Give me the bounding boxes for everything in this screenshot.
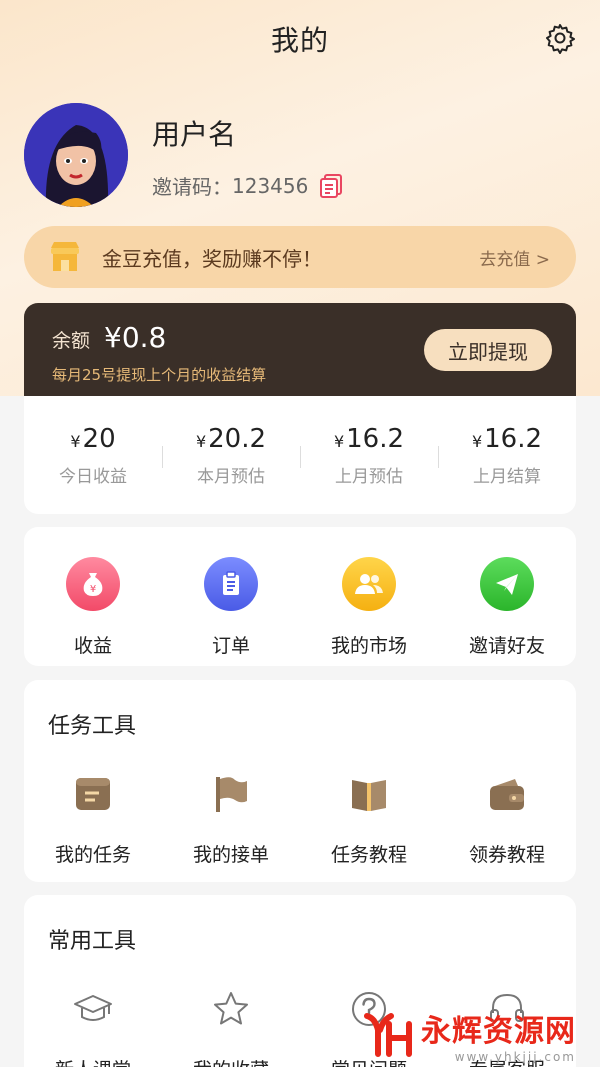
- money-bag-icon: ¥: [66, 557, 120, 611]
- svg-text:¥: ¥: [90, 584, 96, 595]
- recharge-text: 金豆充值，奖励赚不停！: [102, 246, 322, 271]
- invite-code-row: 邀请码： 123456: [152, 171, 344, 200]
- username: 用户名: [152, 118, 237, 151]
- tool-my-orders[interactable]: 我的接单: [162, 774, 300, 867]
- section-title: 任务工具: [48, 714, 137, 739]
- quick-my-market[interactable]: 我的市场: [300, 557, 438, 666]
- stat-currency: ¥: [471, 431, 483, 451]
- recharge-link[interactable]: 去充值 >: [479, 245, 550, 270]
- stat-last-month-estimate[interactable]: ¥16.2 上月预估: [300, 424, 438, 487]
- top-bar: 我的: [0, 0, 600, 78]
- invite-code: 123456: [232, 173, 309, 198]
- stat-currency: ¥: [195, 431, 207, 451]
- tool-label: 领券教程: [468, 844, 545, 866]
- balance-value: ¥0.8: [104, 321, 167, 354]
- quick-orders[interactable]: 订单: [162, 557, 300, 666]
- page-title: 我的: [270, 24, 329, 57]
- tool-task-tutorial[interactable]: 任务教程: [300, 774, 438, 867]
- watermark: 永辉资源网 www.yhkjjj.com: [361, 1006, 576, 1064]
- quick-label: 邀请好友: [468, 635, 545, 657]
- tool-coupon-tutorial[interactable]: 领券教程: [438, 774, 576, 867]
- tool-label: 我的任务: [54, 844, 131, 866]
- quick-invite-friends[interactable]: 邀请好友: [438, 557, 576, 666]
- flag-icon: [216, 777, 247, 812]
- avatar[interactable]: [24, 103, 128, 207]
- withdraw-button[interactable]: 立即提现: [424, 329, 552, 371]
- profile-section: 用户名 邀请码： 123456: [24, 103, 344, 207]
- quick-label: 订单: [211, 635, 250, 657]
- quick-label: 我的市场: [330, 635, 407, 657]
- book-icon: [352, 780, 386, 811]
- quick-earnings[interactable]: ¥ 收益: [24, 557, 162, 666]
- balance-card: 余额 ¥0.8 每月25号提现上个月的收益结算 立即提现: [24, 303, 576, 396]
- task-tools-card: 任务工具 我的任务 我的接单 任务教程 领券教程: [24, 680, 576, 882]
- watermark-title: 永辉资源网: [421, 1014, 576, 1049]
- earnings-stats: ¥20 今日收益 ¥20.2 本月预估 ¥16.2 上月预估 ¥16.2 上月结…: [24, 396, 576, 514]
- stat-currency: ¥: [70, 431, 81, 451]
- clipboard-icon: [204, 557, 258, 611]
- task-icon: [76, 778, 110, 810]
- wallet-icon: [490, 779, 524, 810]
- watermark-url: www.yhkjjj.com: [454, 1050, 576, 1064]
- stat-label: 上月预估: [335, 466, 403, 487]
- shop-icon: [51, 242, 79, 271]
- balance-label: 余额: [52, 330, 91, 352]
- tool-label: 任务教程: [330, 844, 407, 866]
- star-icon: [214, 992, 248, 1025]
- stat-label: 今日收益: [59, 466, 127, 487]
- tool-label: 新人课堂: [55, 1055, 131, 1067]
- users-icon: [342, 557, 396, 611]
- section-title: 常用工具: [48, 929, 137, 954]
- tool-newbie-class[interactable]: 新人课堂: [24, 989, 162, 1067]
- copy-icon[interactable]: [318, 173, 344, 199]
- quick-actions: ¥ 收益 订单 我的市场 邀请好友: [24, 527, 576, 666]
- tool-my-favorites[interactable]: 我的收藏: [162, 989, 300, 1067]
- paper-plane-icon: [480, 557, 534, 611]
- graduation-cap-icon: [74, 995, 112, 1021]
- stat-value: 20: [82, 423, 116, 454]
- recharge-banner[interactable]: 金豆充值，奖励赚不停！ 去充值 >: [24, 226, 576, 288]
- invite-label: 邀请码：: [152, 175, 232, 199]
- stat-currency: ¥: [333, 431, 345, 451]
- tool-label: 我的接单: [192, 844, 269, 866]
- gear-icon[interactable]: [544, 22, 576, 54]
- watermark-logo: [364, 1013, 412, 1057]
- stat-today[interactable]: ¥20 今日收益: [24, 424, 162, 487]
- stat-value: 16.2: [484, 423, 543, 454]
- quick-label: 收益: [73, 635, 112, 657]
- tool-label: 我的收藏: [193, 1055, 269, 1067]
- stat-label: 本月预估: [197, 466, 265, 487]
- stat-label: 上月结算: [473, 466, 541, 487]
- stat-value: 20.2: [208, 423, 267, 454]
- stat-last-month-settled[interactable]: ¥16.2 上月结算: [438, 424, 576, 487]
- stat-this-month[interactable]: ¥20.2 本月预估: [162, 424, 300, 487]
- tool-my-tasks[interactable]: 我的任务: [24, 774, 162, 867]
- stat-value: 16.2: [346, 423, 405, 454]
